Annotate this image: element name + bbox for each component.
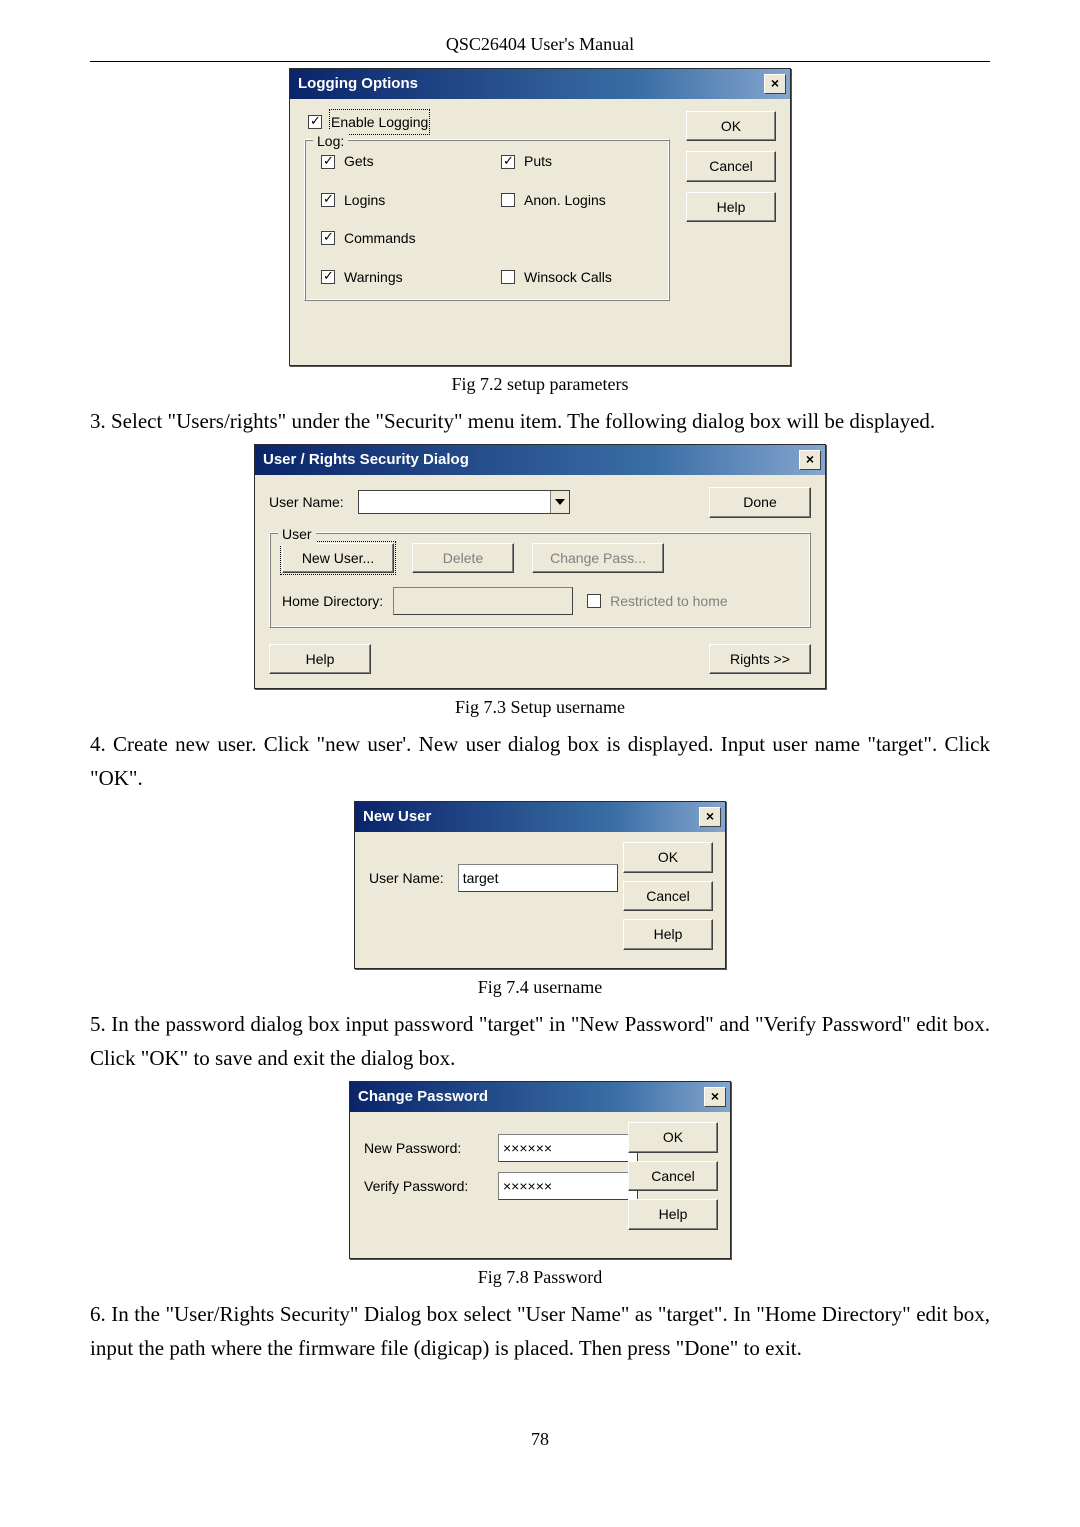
- paragraph-6: 6. In the "User/Rights Security" Dialog …: [90, 1298, 990, 1365]
- dialog-title: New User: [363, 805, 431, 829]
- logins-checkbox[interactable]: Logins: [317, 189, 477, 211]
- figure-caption-7-8: Fig 7.8 Password: [90, 1263, 990, 1292]
- paragraph-5: 5. In the password dialog box input pass…: [90, 1008, 990, 1075]
- username-label: User Name:: [269, 491, 344, 513]
- page-number: 78: [90, 1425, 990, 1454]
- new-user-button[interactable]: New User...: [282, 543, 394, 573]
- figure-caption-7-2: Fig 7.2 setup parameters: [90, 370, 990, 399]
- dialog-title: Change Password: [358, 1085, 488, 1109]
- verify-password-label: Verify Password:: [364, 1175, 484, 1197]
- help-button[interactable]: Help: [269, 644, 371, 674]
- titlebar: New User ×: [355, 802, 725, 832]
- paragraph-4: 4. Create new user. Click "new user'. Ne…: [90, 728, 990, 795]
- rights-button[interactable]: Rights >>: [709, 644, 811, 674]
- user-groupbox: User New User... Delete Change Pass... H…: [269, 532, 811, 628]
- change-password-dialog: Change Password × New Password: ×××××× V…: [349, 1081, 731, 1259]
- ok-button[interactable]: OK: [623, 842, 713, 872]
- user-rights-security-dialog: User / Rights Security Dialog × User Nam…: [254, 444, 826, 689]
- warnings-checkbox[interactable]: Warnings: [317, 266, 477, 288]
- cancel-button[interactable]: Cancel: [686, 151, 776, 181]
- figure-caption-7-4: Fig 7.4 username: [90, 973, 990, 1002]
- chevron-down-icon[interactable]: [550, 491, 569, 513]
- change-pass-button: Change Pass...: [532, 543, 664, 573]
- puts-checkbox[interactable]: Puts: [497, 150, 657, 172]
- anon-logins-checkbox[interactable]: Anon. Logins: [497, 189, 657, 211]
- commands-checkbox[interactable]: Commands: [317, 227, 477, 249]
- doc-header: QSC26404 User's Manual: [90, 30, 990, 59]
- ok-button[interactable]: OK: [686, 111, 776, 141]
- titlebar: User / Rights Security Dialog ×: [255, 445, 825, 475]
- username-label: User Name:: [369, 867, 444, 889]
- figure-caption-7-3: Fig 7.3 Setup username: [90, 693, 990, 722]
- logging-options-dialog: Logging Options × Enable Logging Log: Ge…: [289, 68, 791, 366]
- close-icon[interactable]: ×: [799, 450, 821, 470]
- new-user-dialog: New User × User Name: target OK Cancel H…: [354, 801, 726, 969]
- log-groupbox: Log: Gets Puts Logins Anon. Logins Comma…: [304, 139, 670, 301]
- home-directory-label: Home Directory:: [282, 590, 383, 612]
- delete-button: Delete: [412, 543, 514, 573]
- restricted-to-home-checkbox: Restricted to home: [583, 590, 728, 612]
- cancel-button[interactable]: Cancel: [623, 881, 713, 911]
- ok-button[interactable]: OK: [628, 1122, 718, 1152]
- help-button[interactable]: Help: [623, 919, 713, 949]
- enable-logging-input[interactable]: [308, 115, 322, 129]
- home-directory-field: [393, 587, 573, 615]
- close-icon[interactable]: ×: [764, 74, 786, 94]
- dialog-title: User / Rights Security Dialog: [263, 448, 469, 472]
- user-group-label: User: [278, 523, 316, 545]
- cancel-button[interactable]: Cancel: [628, 1161, 718, 1191]
- username-combobox[interactable]: [358, 490, 570, 514]
- done-button[interactable]: Done: [709, 487, 811, 517]
- help-button[interactable]: Help: [628, 1199, 718, 1229]
- titlebar: Logging Options ×: [290, 69, 790, 99]
- gets-checkbox[interactable]: Gets: [317, 150, 477, 172]
- new-password-label: New Password:: [364, 1137, 484, 1159]
- paragraph-3: 3. Select "Users/rights" under the "Secu…: [90, 405, 990, 439]
- close-icon[interactable]: ×: [704, 1087, 726, 1107]
- titlebar: Change Password ×: [350, 1082, 730, 1112]
- dialog-title: Logging Options: [298, 72, 418, 96]
- new-password-input[interactable]: ××××××: [498, 1134, 638, 1162]
- log-group-label: Log:: [313, 130, 348, 152]
- header-rule: [90, 61, 990, 62]
- verify-password-input[interactable]: ××××××: [498, 1172, 638, 1200]
- close-icon[interactable]: ×: [699, 807, 721, 827]
- username-input[interactable]: target: [458, 864, 618, 892]
- help-button[interactable]: Help: [686, 192, 776, 222]
- winsock-calls-checkbox[interactable]: Winsock Calls: [497, 266, 657, 288]
